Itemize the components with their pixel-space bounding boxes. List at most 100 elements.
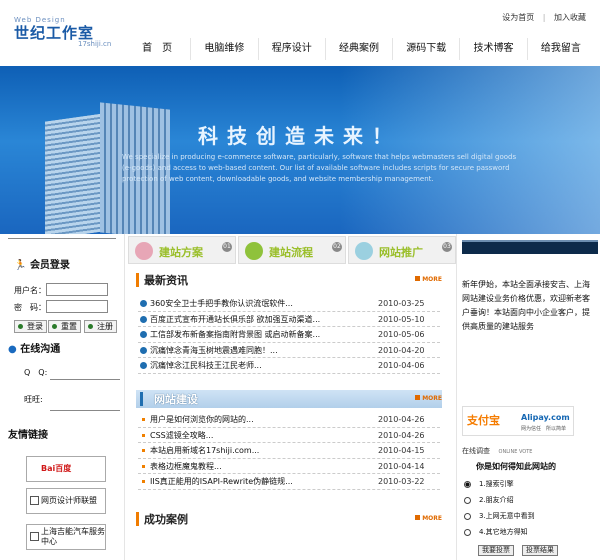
reset-button[interactable]: 重置 [48,320,81,333]
divider [50,410,120,411]
news-title[interactable]: 用户是如何浏览你的网站的... [150,412,254,427]
news-item[interactable]: 用户是如何浏览你的网站的... 2010-04-26 [138,412,440,428]
tab-site-promotion[interactable]: 网站推广 03 [348,236,456,264]
news-date: 2010-04-06 [378,361,425,370]
news-item[interactable]: 沉痛悼念江民科技王江民老师... 2010-04-06 [138,358,440,374]
news-item[interactable]: 沉痛悼念青海玉树地震遇难同胞！... 2010-04-20 [138,343,440,358]
news-title[interactable]: 沉痛悼念青海玉树地震遇难同胞！... [150,343,278,358]
news-item[interactable]: 360安全卫士手把手教你认识流氓软件... 2010-03-25 [138,296,440,312]
wangwang-label: 旺旺: [24,395,43,404]
member-login-title: 会员登录 [29,260,70,271]
bullet-icon [142,449,145,452]
set-homepage-link[interactable]: 设为首页 [502,12,534,23]
more-link[interactable]: MORE [415,515,442,522]
right-sidebar: 新年伊始，本站全面承接安吉、上海网站建设业务价格优惠，欢迎新老客户垂询！本站面向… [458,234,600,560]
username-input[interactable] [46,283,108,296]
sprout-icon [355,242,373,260]
vote-option-label: 3.上网无意中看到 [479,512,535,520]
news-item[interactable]: 表格边框魔鬼教程... 2010-04-14 [138,459,440,474]
radio-button[interactable] [464,480,471,488]
bullet-icon [140,346,147,354]
news-date: 2010-04-14 [378,461,425,471]
bullet-icon [140,300,147,307]
nav-home[interactable]: 首 页 [124,38,190,60]
main-nav: 首 页 电脑维修 程序设计 经典案例 源码下载 技术博客 给我留言 [124,38,594,60]
nav-guestbook[interactable]: 给我留言 [526,38,594,60]
plan-icon [135,242,153,260]
more-link[interactable]: MORE [415,276,442,283]
chat-icon: ● [8,344,17,355]
qq-label: Q Q: [24,368,48,377]
news-date: 2010-05-10 [378,314,425,324]
web-building-list: 用户是如何浏览你的网站的... 2010-04-26 CSS滤镜全攻略... 201… [138,412,440,490]
logo-domain: 17shiji.cn [78,40,112,48]
vote-results-button[interactable]: 投票结果 [522,545,558,556]
news-title[interactable]: 表格边框魔鬼教程... [150,459,222,474]
news-date: 2010-04-20 [378,345,425,355]
service-tabs: 建站方案 01 建站流程 02 网站推广 03 [128,236,456,264]
news-title[interactable]: 360安全卫士手把手教你认识流氓软件... [150,296,293,311]
tab-label: 建站方案 [159,246,203,259]
news-title[interactable]: 沉痛悼念江民科技王江民老师... [150,358,262,373]
vote-title-en: ONLINE VOTE [498,449,533,455]
more-link[interactable]: MORE [415,395,442,402]
banner-description: We specialize in producing e-commerce so… [122,153,517,183]
news-item[interactable]: 百度正式宣布开通站长俱乐部 欲加强互动渠道... 2010-05-10 [138,312,440,327]
notice-text: 新年伊始，本站全面承接安吉、上海网站建设业务价格优惠，欢迎新老客户垂询！本站面向… [462,280,590,331]
register-button[interactable]: 注册 [84,320,117,333]
radio-button[interactable] [464,528,471,536]
password-label: 密 码： [14,303,46,312]
password-input[interactable] [46,300,108,313]
vote-option-label: 2.朋友介绍 [479,496,514,504]
divider [456,234,457,560]
news-title[interactable]: 本站启用新域名17shiji.com... [150,443,259,458]
site-icon [30,532,39,541]
friend-link-webdesign[interactable]: 网页设计师联盟 [26,488,106,514]
radio-button[interactable] [464,512,471,520]
nav-cases[interactable]: 经典案例 [324,38,392,60]
bullet-icon [140,362,147,369]
bullet-icon [142,418,145,421]
friend-link-baidu[interactable]: Bai百度 [26,456,106,482]
tab-number: 02 [332,242,342,252]
left-sidebar: 🏃 会员登录 用户名： 密 码： 登录 重置 注册 ● 在线沟通 Q Q: 旺旺… [0,234,124,560]
vote-option[interactable]: 4.其它地方得知 [464,527,528,537]
news-title[interactable]: 百度正式宣布开通站长俱乐部 欲加强互动渠道... [150,312,320,327]
cases-header: 成功案例 MORE [136,510,442,528]
nav-blog[interactable]: 技术博客 [459,38,526,60]
login-button[interactable]: 登录 [14,320,47,333]
news-title[interactable]: CSS滤镜全攻略... [150,428,213,443]
vote-option[interactable]: 1.搜索引擎 [464,479,514,489]
web-building-header: 网站建设 MORE [136,390,442,408]
alipay-banner[interactable]: 支付宝 Alipay.com 网为信任 所以简单 [462,406,574,436]
news-item[interactable]: CSS滤镜全攻略... 2010-04-26 [138,428,440,443]
nav-source-download[interactable]: 源码下载 [392,38,459,60]
vote-option-label: 1.搜索引擎 [479,480,514,488]
header: Web Design 世纪工作室 17shiji.cn 设为首页 | 加入收藏 … [0,0,600,66]
news-item[interactable]: IIS真正能用的ISAPI-Rewrite伪静链规... 2010-03-22 [138,474,440,490]
add-favorite-link[interactable]: 加入收藏 [554,12,586,23]
banner-slogan: 科技创造未来！ [198,124,401,148]
vote-option[interactable]: 2.朋友介绍 [464,495,514,505]
online-chat-heading: ● 在线沟通 [8,340,60,355]
news-title[interactable]: 工信部发布新备案指南附背景图 或启动新备案... [150,327,320,342]
news-title[interactable]: IIS真正能用的ISAPI-Rewrite伪静链规... [150,474,293,489]
radio-button[interactable] [464,496,471,504]
news-item[interactable]: 工信部发布新备案指南附背景图 或启动新备案... 2010-05-06 [138,327,440,343]
tab-number: 01 [222,242,232,252]
vote-option[interactable]: 3.上网无意中看到 [464,511,535,521]
bullet-icon [140,331,147,338]
tab-site-plan[interactable]: 建站方案 01 [128,236,236,264]
nav-computer-repair[interactable]: 电脑维修 [190,38,257,60]
notice-header-bar [462,240,598,254]
section-marker [140,392,143,406]
submit-vote-button[interactable]: 我要投票 [478,545,514,556]
divider [50,379,120,380]
tab-site-process[interactable]: 建站流程 02 [238,236,346,264]
nav-programming[interactable]: 程序设计 [257,38,325,60]
vote-question: 你是如何得知此网站的 [476,462,556,471]
friend-link-shanghai-auto[interactable]: 上海吉能汽车服务中心 [26,524,106,550]
bullet-icon [142,464,145,468]
member-login-heading: 🏃 会员登录 [14,256,70,271]
news-item[interactable]: 本站启用新域名17shiji.com... 2010-04-15 [138,443,440,459]
